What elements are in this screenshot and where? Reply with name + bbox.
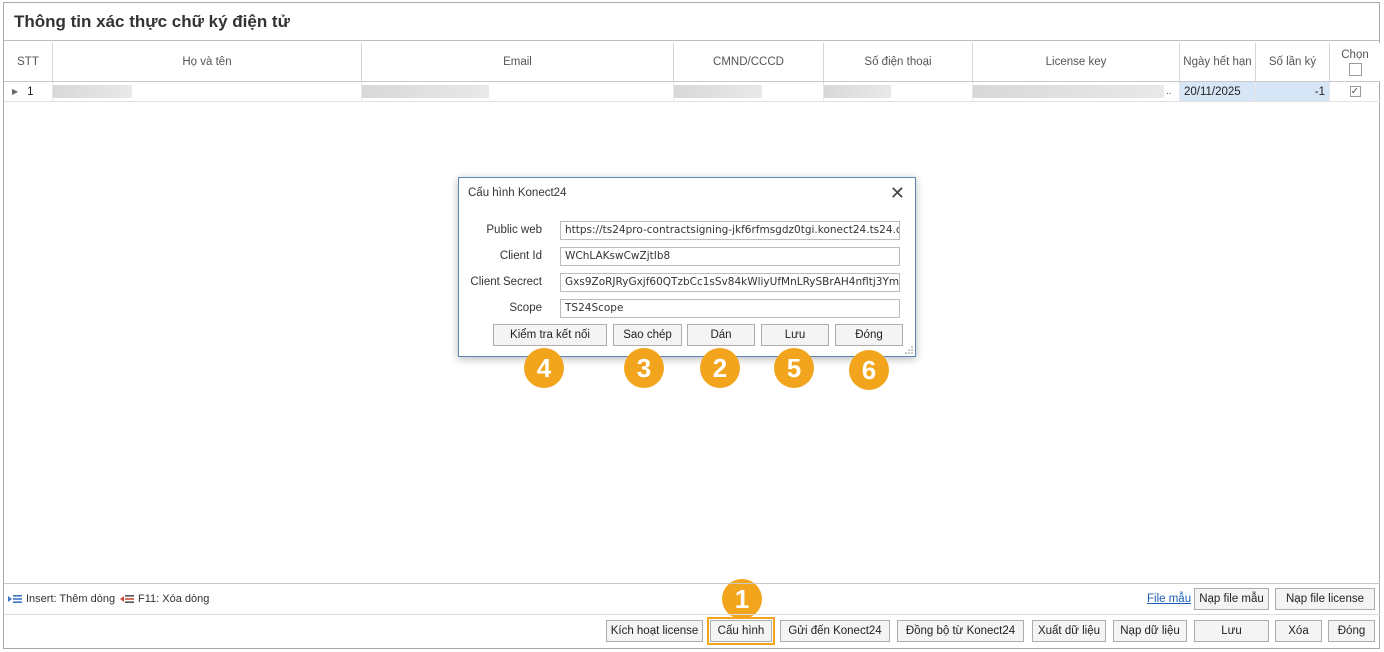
- client-id-field[interactable]: WChLAKswCwZjtIb8: [560, 247, 900, 266]
- close-icon[interactable]: ✕: [890, 183, 905, 204]
- window-title: Thông tin xác thực chữ ký điện tử: [14, 12, 290, 31]
- step-marker-1: 1: [722, 579, 762, 619]
- column-header-email[interactable]: Email: [362, 43, 674, 81]
- activate-license-button[interactable]: Kích hoạt license: [606, 620, 703, 642]
- column-header-phone[interactable]: Số điện thoại: [824, 43, 973, 81]
- stt-cell: ▶ 1: [4, 82, 53, 101]
- table-row[interactable]: ▶ 1 .. 20/11/2025 -1 ✓: [4, 82, 1380, 102]
- client-secret-label: Client Secrect: [470, 276, 542, 288]
- redacted-id-card: [674, 85, 762, 98]
- client-id-label: Client Id: [499, 250, 542, 262]
- scope-label: Scope: [509, 302, 542, 314]
- title-divider: [4, 40, 1380, 41]
- sign-count-cell[interactable]: -1: [1256, 82, 1330, 101]
- export-data-button[interactable]: Xuất dữ liệu: [1032, 620, 1106, 642]
- column-header-name[interactable]: Họ và tên: [53, 43, 362, 81]
- insert-hint: Insert: Thêm dòng: [8, 593, 115, 605]
- footer-divider-2: [4, 614, 1380, 615]
- resize-grip-icon[interactable]: [905, 346, 913, 354]
- license-key-cell[interactable]: ..: [973, 82, 1180, 101]
- license-key-ellipsis: ..: [1166, 86, 1172, 97]
- column-header-select[interactable]: Chọn: [1330, 43, 1380, 81]
- scope-field[interactable]: TS24Scope: [560, 299, 900, 318]
- column-header-license-key[interactable]: License key: [973, 43, 1180, 81]
- expiry-cell[interactable]: 20/11/2025: [1180, 82, 1256, 101]
- stt-value: 1: [27, 85, 34, 98]
- delete-button[interactable]: Xóa: [1275, 620, 1322, 642]
- redacted-phone: [824, 85, 891, 98]
- delete-hint-text: F11: Xóa dòng: [138, 593, 210, 605]
- column-header-stt[interactable]: STT: [4, 43, 53, 81]
- phone-cell[interactable]: [824, 82, 973, 101]
- dialog-save-button[interactable]: Lưu: [761, 324, 829, 346]
- import-data-button[interactable]: Nạp dữ liệu: [1113, 620, 1187, 642]
- column-header-id-card[interactable]: CMND/CCCD: [674, 43, 824, 81]
- public-web-label: Public web: [486, 224, 542, 236]
- email-cell[interactable]: [362, 82, 674, 101]
- row-indicator-icon: ▶: [12, 87, 19, 96]
- row-select-checkbox[interactable]: ✓: [1349, 86, 1361, 97]
- load-license-file-button[interactable]: Nạp file license: [1275, 588, 1375, 610]
- redacted-name: [53, 85, 132, 98]
- step-marker-6: 6: [849, 350, 889, 390]
- sample-file-link[interactable]: File mẫu: [1147, 593, 1191, 605]
- step-marker-3: 3: [624, 348, 664, 388]
- close-button[interactable]: Đóng: [1328, 620, 1375, 642]
- step-marker-2: 2: [700, 348, 740, 388]
- client-secret-field[interactable]: Gxs9ZoRJRyGxjf60QTzbCc1sSv84kWliyUfMnLRy…: [560, 273, 900, 292]
- public-web-field[interactable]: https://ts24pro-contractsigning-jkf6rfms…: [560, 221, 900, 240]
- id-card-cell[interactable]: [674, 82, 824, 101]
- select-cell[interactable]: ✓: [1330, 82, 1380, 101]
- delete-row-icon: [120, 595, 134, 603]
- load-sample-file-button[interactable]: Nạp file mẫu: [1194, 588, 1269, 610]
- sync-from-konect24-button[interactable]: Đồng bộ từ Konect24: [897, 620, 1024, 642]
- test-connection-button[interactable]: Kiểm tra kết nối: [493, 324, 607, 346]
- name-cell[interactable]: [53, 82, 362, 101]
- delete-hint: F11: Xóa dòng: [120, 593, 209, 605]
- select-all-checkbox[interactable]: [1348, 62, 1362, 76]
- konect24-config-dialog: Cấu hình Konect24 ✕ Public web https://t…: [458, 177, 916, 357]
- grid-header: STT Họ và tên Email CMND/CCCD Số điện th…: [4, 43, 1380, 82]
- step-marker-5: 5: [774, 348, 814, 388]
- step-marker-4: 4: [524, 348, 564, 388]
- select-column-label: Chọn: [1341, 48, 1369, 61]
- save-button[interactable]: Lưu: [1194, 620, 1269, 642]
- dialog-title: Cấu hình Konect24: [468, 187, 567, 199]
- config-button[interactable]: Cấu hình: [707, 617, 775, 645]
- insert-hint-text: Insert: Thêm dòng: [26, 593, 116, 605]
- send-to-konect24-button[interactable]: Gửi đến Konect24: [780, 620, 890, 642]
- add-row-icon: [8, 595, 22, 603]
- copy-button[interactable]: Sao chép: [613, 324, 682, 346]
- column-header-expiry[interactable]: Ngày hết hạn: [1180, 43, 1256, 81]
- redacted-email: [362, 85, 489, 98]
- footer-divider: [4, 583, 1380, 584]
- redacted-license-key: [973, 85, 1164, 98]
- paste-button[interactable]: Dán: [687, 324, 755, 346]
- column-header-sign-count[interactable]: Số lần ký: [1256, 43, 1330, 81]
- dialog-close-button[interactable]: Đóng: [835, 324, 903, 346]
